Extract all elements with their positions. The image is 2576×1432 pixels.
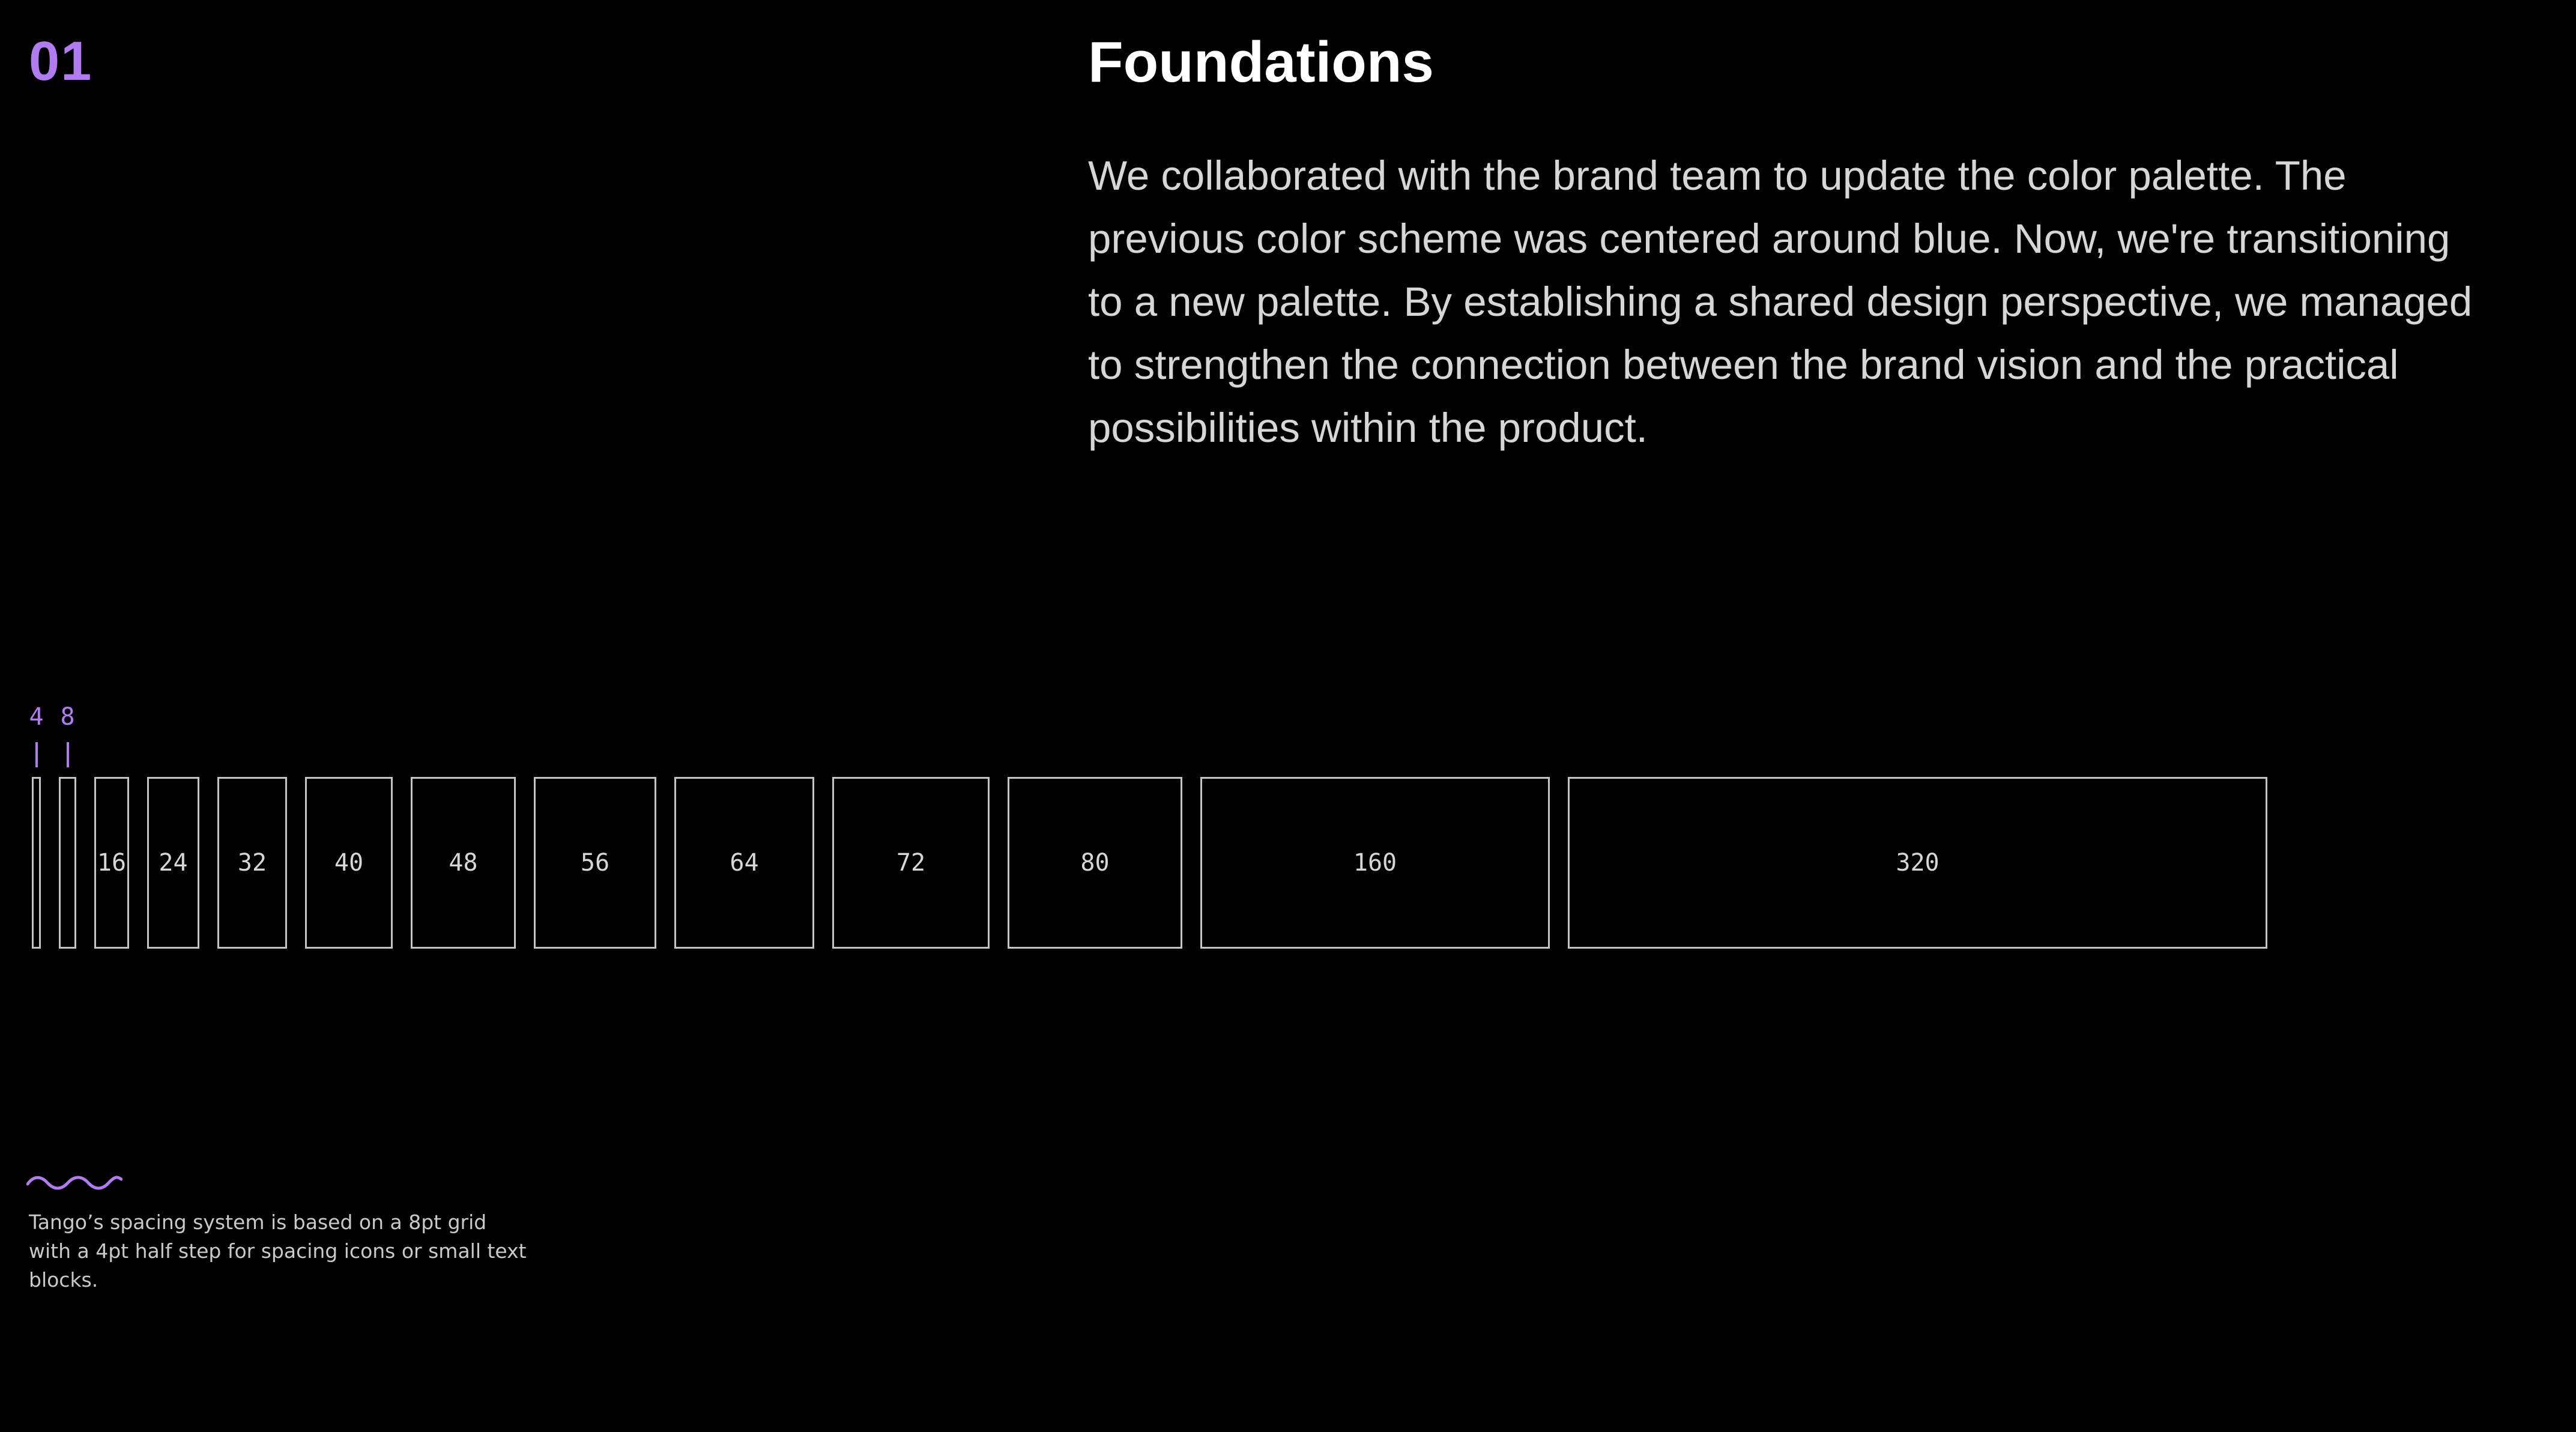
spacing-value-label: 48 [449,849,478,877]
page-title: Foundations [1088,30,1434,94]
spacing-value-label: 32 [237,849,267,877]
spacing-box-64: 64 [674,777,814,949]
spacing-value-label: 16 [97,849,127,877]
spacing-box-56: 56 [534,777,656,949]
intro-paragraph: We collaborated with the brand team to u… [1088,153,2473,451]
spacing-value-label: 56 [580,849,610,877]
spacing-caption: Tango’s spacing system is based on a 8pt… [29,1210,527,1292]
spacing-box-80: 80 [1008,777,1182,949]
spacing-value-label: 320 [1896,849,1940,877]
spacing-box-40: 40 [305,777,393,949]
spacing-box-48: 48 [411,777,516,949]
spacing-value-label: 72 [896,849,926,877]
spacing-tick-8 [66,742,69,767]
wave-squiggle-icon [26,1176,122,1190]
spacing-box-320: 320 [1568,777,2267,949]
spacing-value-label: 80 [1080,849,1110,877]
spacing-value-label: 40 [334,849,364,877]
spacing-box-16: 16 [94,777,129,949]
section-number: 01 [29,31,93,92]
spacing-box-160: 160 [1200,777,1550,949]
spacing-value-label: 160 [1353,849,1397,877]
spacing-value-label: 8 [60,703,75,731]
spacing-value-label: 4 [29,703,44,731]
spacing-box-72: 72 [832,777,990,949]
spacing-value-label: 24 [159,849,188,877]
spacing-value-label: 64 [730,849,759,877]
spacing-box-4 [32,777,41,949]
spacing-box-32: 32 [217,777,287,949]
spacing-box-24: 24 [147,777,199,949]
spacing-tick-4 [35,742,38,767]
spacing-box-8 [59,777,76,949]
